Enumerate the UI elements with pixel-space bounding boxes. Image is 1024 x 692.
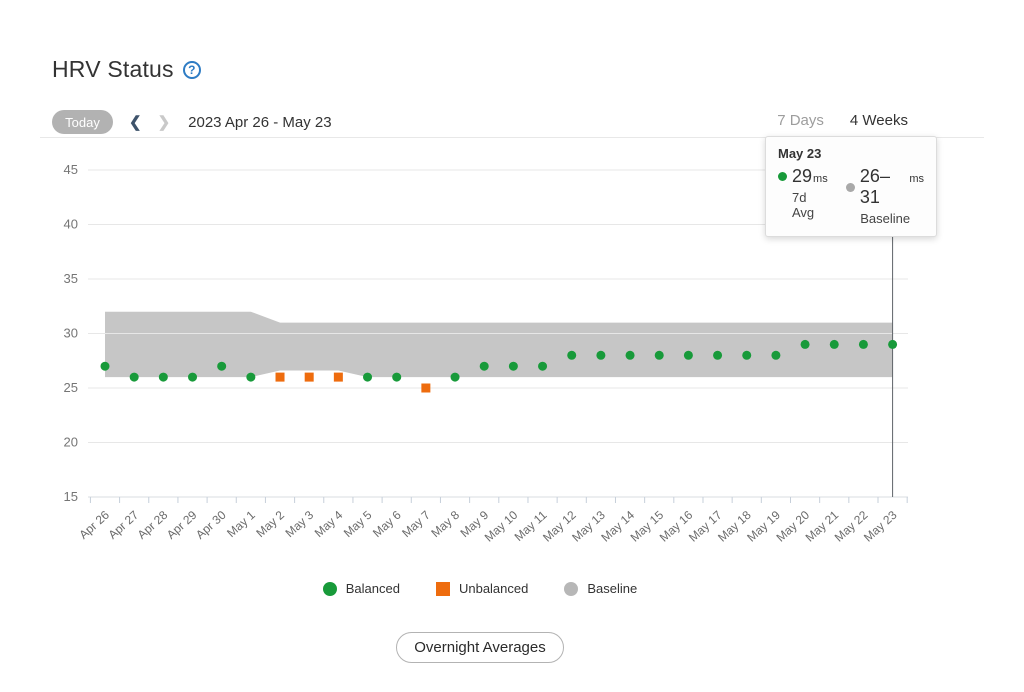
data-point-unbalanced[interactable]: [276, 373, 285, 382]
x-axis-tick-label: Apr 26: [76, 508, 112, 542]
data-point-balanced[interactable]: [567, 351, 576, 360]
data-point-unbalanced[interactable]: [421, 384, 430, 393]
chart-tooltip: May 23 29 ms 7d Avg 26–31 ms Baseline: [765, 136, 937, 237]
page-header: HRV Status ?: [52, 56, 201, 83]
chart-legend: Balanced Unbalanced Baseline: [0, 581, 960, 596]
x-axis-tick-label: May 3: [283, 508, 317, 540]
chevron-right-icon[interactable]: ❯: [158, 113, 171, 131]
y-axis-tick-label: 35: [64, 271, 78, 286]
unbalanced-square-icon: [436, 582, 450, 596]
tab-4-weeks[interactable]: 4 Weeks: [850, 112, 908, 129]
legend-label: Unbalanced: [459, 581, 528, 596]
data-point-balanced[interactable]: [392, 373, 401, 382]
balanced-circle-icon: [323, 582, 337, 596]
y-axis-tick-label: 20: [64, 435, 78, 450]
tooltip-avg-column: 29 ms 7d Avg: [778, 166, 830, 226]
data-point-balanced[interactable]: [101, 362, 110, 371]
chevron-left-icon[interactable]: ❮: [129, 113, 142, 131]
y-axis-tick-label: 15: [64, 489, 78, 504]
chart-toolbar: Today ❮ ❯ 2023 Apr 26 - May 23: [52, 109, 332, 135]
x-axis-tick-label: Apr 27: [106, 508, 142, 542]
y-axis-tick-label: 25: [64, 380, 78, 395]
data-point-balanced[interactable]: [159, 373, 168, 382]
data-point-balanced[interactable]: [246, 373, 255, 382]
data-point-balanced[interactable]: [771, 351, 780, 360]
x-axis-tick-label: May 5: [341, 508, 375, 540]
x-axis-tick-label: May 4: [312, 508, 346, 540]
range-tabs: 7 Days 4 Weeks: [777, 112, 908, 129]
today-button[interactable]: Today: [52, 110, 113, 134]
legend-item-balanced: Balanced: [323, 581, 400, 596]
data-point-balanced[interactable]: [830, 340, 839, 349]
data-point-balanced[interactable]: [217, 362, 226, 371]
x-axis-tick-label: May 1: [224, 508, 258, 540]
data-point-balanced[interactable]: [130, 373, 139, 382]
data-point-balanced[interactable]: [713, 351, 722, 360]
data-point-balanced[interactable]: [509, 362, 518, 371]
data-point-balanced[interactable]: [742, 351, 751, 360]
x-axis-tick-label: Apr 30: [193, 508, 229, 542]
y-axis-tick-label: 30: [64, 326, 78, 341]
tooltip-date: May 23: [778, 146, 924, 161]
tooltip-baseline-value: 26–31: [860, 166, 908, 208]
data-point-balanced[interactable]: [655, 351, 664, 360]
data-point-balanced[interactable]: [596, 351, 605, 360]
x-axis-tick-label: May 8: [428, 508, 462, 540]
x-axis-tick-label: Apr 29: [164, 508, 200, 542]
x-axis-tick-label: May 10: [482, 508, 521, 545]
y-axis-tick-label: 45: [64, 162, 78, 177]
page-title: HRV Status: [52, 56, 174, 83]
y-axis-tick-label: 40: [64, 217, 78, 232]
data-point-unbalanced[interactable]: [305, 373, 314, 382]
data-point-balanced[interactable]: [538, 362, 547, 371]
x-axis-tick-label: May 2: [253, 508, 287, 540]
data-point-balanced[interactable]: [684, 351, 693, 360]
tooltip-avg-label: 7d Avg: [792, 190, 830, 220]
legend-label: Baseline: [587, 581, 637, 596]
data-point-unbalanced[interactable]: [334, 373, 343, 382]
balanced-dot-icon: [778, 172, 787, 181]
data-point-balanced[interactable]: [801, 340, 810, 349]
legend-item-unbalanced: Unbalanced: [436, 581, 528, 596]
footer: Overnight Averages: [0, 632, 960, 663]
baseline-circle-icon: [564, 582, 578, 596]
hrv-status-page: HRV Status ? Today ❮ ❯ 2023 Apr 26 - May…: [0, 0, 1024, 692]
tab-7-days[interactable]: 7 Days: [777, 112, 824, 129]
tooltip-avg-value: 29: [792, 166, 812, 187]
data-point-balanced[interactable]: [480, 362, 489, 371]
data-point-balanced[interactable]: [451, 373, 460, 382]
x-axis-tick-label: May 23: [861, 508, 900, 545]
data-point-balanced[interactable]: [888, 340, 897, 349]
legend-label: Balanced: [346, 581, 400, 596]
data-point-balanced[interactable]: [859, 340, 868, 349]
data-point-balanced[interactable]: [363, 373, 372, 382]
overnight-averages-button[interactable]: Overnight Averages: [396, 632, 563, 663]
data-point-balanced[interactable]: [626, 351, 635, 360]
legend-item-baseline: Baseline: [564, 581, 637, 596]
tooltip-baseline-column: 26–31 ms Baseline: [846, 166, 924, 226]
help-icon[interactable]: ?: [183, 61, 201, 79]
tooltip-avg-unit: ms: [813, 173, 828, 185]
x-axis-tick-label: May 7: [399, 508, 433, 540]
baseline-dot-icon: [846, 183, 855, 192]
data-point-balanced[interactable]: [188, 373, 197, 382]
x-axis-tick-label: Apr 28: [135, 508, 171, 542]
x-axis-tick-label: May 6: [370, 508, 404, 540]
tooltip-baseline-label: Baseline: [860, 211, 924, 226]
date-range-label: 2023 Apr 26 - May 23: [188, 114, 331, 131]
tooltip-baseline-unit: ms: [909, 173, 924, 185]
